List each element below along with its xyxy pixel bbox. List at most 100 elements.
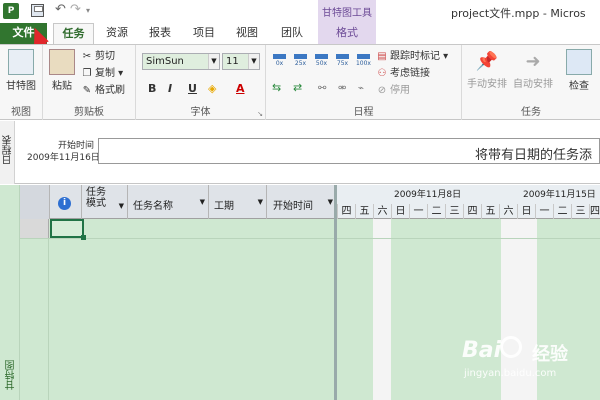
grid-header: i 任务模式 ▼ 任务名称 ▼ 工期 ▼ 开始时间 ▼ [20,185,336,219]
timescale-day: 日 [391,204,409,219]
timescale-day: 五 [355,204,373,219]
baidu-jingyan-watermark: Bai 经验 jingyan.baidu.com [462,336,592,386]
gantt-chart-icon [8,49,34,75]
bold-button[interactable]: B [148,82,156,95]
font-color-icon[interactable]: A [236,82,245,95]
group-schedule-label: 日程 [353,107,374,118]
column-duration[interactable]: 工期 ▼ [209,185,267,219]
auto-schedule-label: 自动安排 [513,79,553,90]
copy-icon: ❐ [82,68,92,79]
copy-label: 复制 [95,68,115,79]
group-font-label: 字体 [190,107,211,118]
mark-on-track-button[interactable]: ▤ 跟踪时标记 ▾ [376,49,448,65]
percent-100-button[interactable]: 100x [354,51,373,68]
timescale-day: 一 [535,204,553,219]
gantt-side-tab[interactable]: 甘特图 [0,185,20,400]
respect-links-button[interactable]: ⚇ 考虑链接 [376,66,430,82]
ribbon: 甘特图 视图 粘贴 ✂ 剪切 ❐ 复制 ▾ ✎ 格式刷 剪贴板 SimSun ▼ 11… [0,44,600,120]
gantt-chart-button[interactable]: 甘特图 [4,49,38,92]
font-name-value: SimSun [146,56,184,67]
percent-50-button[interactable]: 50x [312,51,331,68]
font-name-combo[interactable]: SimSun ▼ [142,53,220,70]
timescale-header[interactable]: 2009年11月8日 2009年11月15日 四 五 六 日 一 二 三 四 五… [337,185,600,219]
inspect-icon [566,49,592,75]
split-task-icon[interactable]: ⌁ [358,83,364,94]
tab-task[interactable]: 任务 [53,23,94,44]
manual-schedule-label: 手动安排 [467,79,507,90]
scissors-icon: ✂ [82,51,92,62]
italic-button[interactable]: I [168,82,172,95]
group-view-label: 视图 [11,107,31,118]
info-icon: i [58,197,71,210]
row-header-selected[interactable] [20,219,49,238]
timeline-pane[interactable]: 日程表 开始时间 2009年11月16日 将带有日期的任务添 [0,121,600,184]
selected-cell[interactable] [50,219,86,240]
group-clipboard-label: 剪贴板 [74,107,104,118]
font-size-combo[interactable]: 11 ▼ [222,53,260,70]
timeline-side-tab[interactable]: 日程表 [0,121,15,184]
tab-view[interactable]: 视图 [229,23,265,44]
chevron-down-icon[interactable]: ▼ [328,198,333,206]
row-divider [20,238,336,239]
mark-on-track-icon: ▤ [377,51,387,62]
tab-team[interactable]: 团队 [274,23,310,44]
column-task-mode-label: 任务模式 [86,187,106,209]
timescale-day: 三 [571,204,589,219]
unlink-tasks-icon[interactable]: ⚮ [338,83,346,94]
column-task-mode[interactable]: 任务模式 ▼ [82,185,128,219]
undo-icon[interactable]: ↶ [55,2,66,17]
chevron-down-icon[interactable]: ▼ [258,198,263,206]
row-header-column[interactable] [20,238,49,400]
column-start[interactable]: 开始时间 ▼ [267,185,336,219]
update-task-icon[interactable]: ⇄ [293,81,302,94]
pushpin-icon: 📌 [475,51,499,72]
chevron-down-icon[interactable]: ▼ [208,54,219,69]
chevron-down-icon[interactable]: ▼ [119,202,124,210]
tab-format[interactable]: 格式 [328,23,366,44]
qat-customize-icon[interactable]: ▾ [86,6,90,15]
inspect-button[interactable]: 检查 [562,49,596,92]
group-view: 甘特图 视图 [0,45,43,120]
timescale-day: 六 [373,204,391,219]
redo-icon[interactable]: ↷ [70,2,81,17]
percent-75-button[interactable]: 75x [333,51,352,68]
paste-button[interactable]: 粘贴 [47,49,77,92]
timeline-side-label: 日程表 [3,135,14,165]
inspect-label: 检查 [569,81,589,92]
timeline-bar[interactable]: 将带有日期的任务添 [98,138,600,164]
underline-button[interactable]: U [188,82,197,95]
project-app-icon[interactable]: P [3,3,19,19]
format-painter-icon: ✎ [82,85,92,96]
auto-schedule-button[interactable]: ➜ 自动安排 [510,49,556,90]
weekend-band [373,219,391,400]
format-painter-button[interactable]: ✎ 格式刷 [81,83,125,99]
chevron-down-icon[interactable]: ▼ [248,54,259,69]
percent-25-button[interactable]: 25x [291,51,310,68]
manual-schedule-button[interactable]: 📌 手动安排 [464,49,510,90]
chevron-down-icon[interactable]: ▼ [200,198,205,206]
gantt-tools-label: 甘特图工具 [322,8,372,19]
percent-0-button[interactable]: 0x [270,51,289,68]
timescale-day: 四 [463,204,481,219]
select-all-corner[interactable] [20,185,50,219]
group-font: SimSun ▼ 11 ▼ B I U ◈ A ↘ 字体 [136,45,266,120]
save-icon[interactable] [31,4,44,17]
move-task-icon[interactable]: ⇆ [272,81,281,94]
link-tasks-icon[interactable]: ⚯ [318,83,326,94]
column-indicators[interactable]: i [50,185,82,219]
inactivate-button[interactable]: ⊘ 停用 [376,83,410,99]
copy-button[interactable]: ❐ 复制 ▾ [81,66,124,82]
tab-report[interactable]: 报表 [142,23,178,44]
watermark-url: jingyan.baidu.com [464,368,557,379]
group-schedule: 0x 25x 50x 75x 100x ⇆ ⇄ ⚯ ⚮ ⌁ ▤ 跟踪时标记 ▾ ⚇… [266,45,462,120]
timescale-week: 2009年11月15日 [523,190,596,200]
column-task-name[interactable]: 任务名称 ▼ [128,185,209,219]
cut-button[interactable]: ✂ 剪切 [81,49,115,65]
watermark-cn-text: 经验 [532,344,568,365]
highlight-color-icon[interactable]: ◈ [208,82,216,95]
tab-project[interactable]: 项目 [186,23,222,44]
font-size-value: 11 [226,56,239,67]
tab-resource[interactable]: 资源 [99,23,135,44]
timeline-placeholder-text: 将带有日期的任务添 [475,148,593,163]
row-divider [337,238,600,239]
